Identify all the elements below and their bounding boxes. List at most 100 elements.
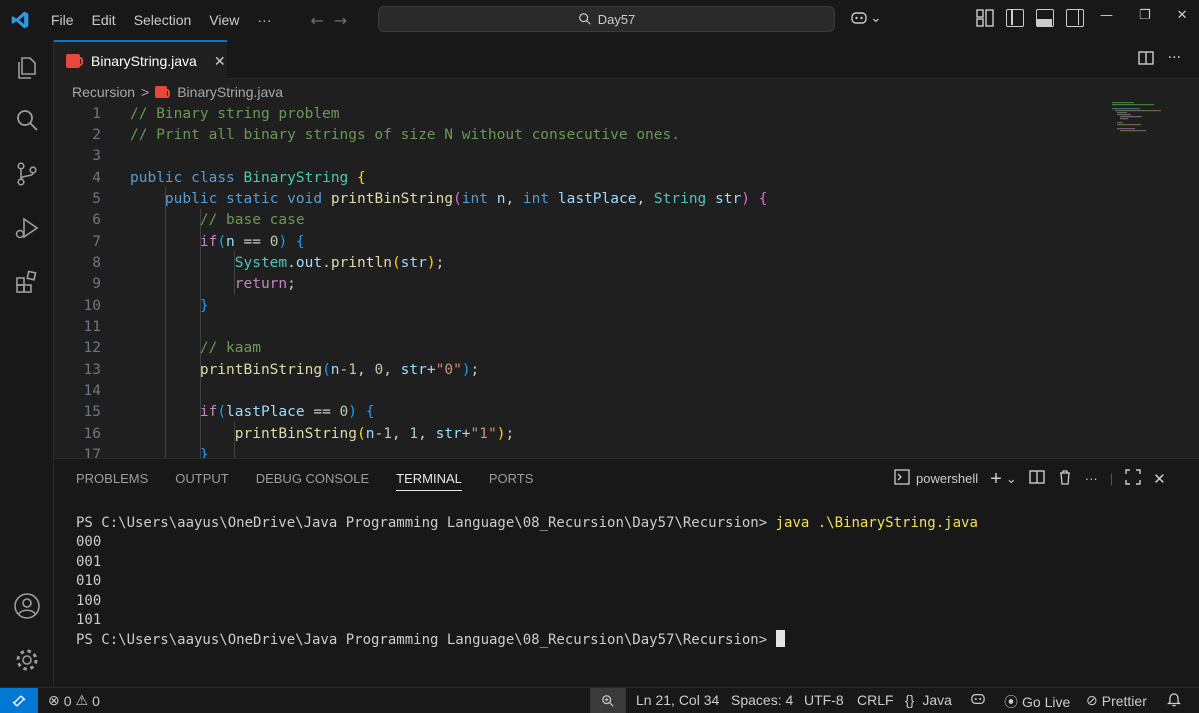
panel-tabs: PROBLEMS OUTPUT DEBUG CONSOLE TERMINAL P… (76, 471, 533, 491)
copilot-status-icon[interactable] (970, 692, 986, 706)
terminal-output-line: 101 (76, 612, 102, 629)
toggle-primary-sidebar-icon[interactable] (1006, 9, 1024, 27)
code-line: 4 public class BinaryString { (92, 170, 366, 186)
minimap[interactable] (1110, 100, 1170, 140)
source-control-icon[interactable] (0, 150, 54, 198)
forward-arrow-icon[interactable]: → (334, 11, 347, 30)
tab-ports[interactable]: PORTS (489, 471, 534, 491)
chevron-down-icon[interactable]: ⌄ (1006, 471, 1017, 487)
more-actions-icon[interactable]: ··· (1085, 471, 1098, 486)
toggle-secondary-sidebar-icon[interactable] (1066, 9, 1084, 27)
close-panel-icon[interactable]: ✕ (1153, 470, 1166, 488)
java-file-icon (66, 54, 83, 68)
terminal-prompt: PS C:\Users\aayus\OneDrive\Java Programm… (76, 632, 776, 649)
warning-count: 0 (92, 692, 100, 709)
language-label: Java (922, 692, 952, 708)
trash-icon[interactable] (1057, 469, 1073, 488)
tab-label: BinaryString.java (91, 53, 197, 69)
more-actions-icon[interactable]: ··· (1168, 50, 1181, 70)
end-of-line[interactable]: CRLF (857, 692, 894, 708)
prohibited-icon: ⊘ (1086, 692, 1098, 708)
restore-icon[interactable]: ❐ (1139, 8, 1151, 23)
terminal-shell-name[interactable]: powershell (916, 471, 978, 486)
remote-indicator-icon[interactable] (0, 688, 38, 713)
window-controls: — ❐ ✕ (1100, 8, 1188, 23)
code-line: 13 printBinString(n-1, 0, str+"0"); (83, 362, 480, 378)
language-mode[interactable]: {} Java (905, 692, 952, 708)
code-editor[interactable]: 1// Binary string problem 2// Print all … (54, 103, 1199, 458)
tab-debug-console[interactable]: DEBUG CONSOLE (256, 471, 369, 491)
problems-status[interactable]: ⊗ 0 ⚠ 0 (48, 692, 100, 709)
menu-more[interactable]: ··· (248, 0, 280, 40)
run-debug-icon[interactable] (0, 204, 54, 252)
tab-problems[interactable]: PROBLEMS (76, 471, 148, 491)
command-center-search[interactable]: Day57 (378, 6, 835, 32)
vscode-logo-icon (0, 0, 40, 40)
menu-view[interactable]: View (200, 0, 248, 40)
panel-actions: powershell + ⌄ ··· | ✕ (894, 469, 1166, 489)
explorer-icon[interactable] (0, 44, 54, 92)
cursor-position[interactable]: Ln 21, Col 34 (636, 692, 719, 708)
minimize-icon[interactable]: — (1100, 8, 1113, 23)
copilot-icon (851, 12, 867, 24)
maximize-panel-icon[interactable] (1125, 469, 1141, 488)
extensions-icon[interactable] (0, 258, 54, 306)
back-arrow-icon[interactable]: ← (310, 11, 323, 30)
error-icon: ⊗ (48, 692, 60, 708)
breadcrumb-folder[interactable]: Recursion (72, 84, 135, 100)
zoom-icon[interactable] (590, 688, 626, 713)
encoding[interactable]: UTF-8 (804, 692, 844, 708)
menu-edit[interactable]: Edit (83, 0, 125, 40)
close-icon[interactable]: ✕ (214, 53, 226, 70)
java-file-icon (155, 86, 171, 98)
chevron-right-icon: > (141, 84, 150, 100)
terminal-output-line: 010 (76, 573, 102, 590)
split-terminal-icon[interactable] (1029, 469, 1045, 488)
account-icon[interactable] (0, 582, 54, 630)
code-line: 12 // kaam (83, 340, 261, 356)
divider: | (1109, 471, 1114, 486)
toggle-panel-icon[interactable] (1036, 9, 1054, 27)
bell-icon[interactable] (1167, 692, 1181, 707)
braces-icon: {} (905, 692, 915, 708)
customize-layout-icon[interactable] (976, 9, 994, 27)
menu-bar: File Edit Selection View ··· (40, 0, 280, 40)
copilot-button[interactable]: ⌄ (850, 10, 882, 26)
search-text: Day57 (597, 11, 636, 27)
menu-selection[interactable]: Selection (125, 0, 201, 40)
terminal-command: java .\BinaryString.java (775, 515, 978, 531)
code-line: 5 public static void printBinString(int … (92, 191, 768, 207)
code-line: 11 (83, 319, 101, 335)
tab-binarystring-java[interactable]: BinaryString.java ✕ (54, 40, 227, 80)
terminal-shell-icon (894, 469, 910, 488)
search-icon[interactable] (0, 96, 54, 144)
error-count: 0 (63, 692, 72, 709)
code-line: 1// Binary string problem (92, 106, 340, 122)
breadcrumb: Recursion > BinaryString.java (72, 82, 283, 102)
title-bar: File Edit Selection View ··· ← → Day57 ⌄… (0, 0, 1199, 40)
code-line: 9 return; (92, 276, 296, 292)
close-window-icon[interactable]: ✕ (1177, 8, 1188, 23)
tab-terminal[interactable]: TERMINAL (396, 471, 462, 491)
code-line: 10 } (83, 298, 209, 314)
tab-output[interactable]: OUTPUT (175, 471, 228, 491)
code-line: 8 System.out.println(str); (92, 255, 445, 271)
terminal-cursor (775, 630, 785, 648)
breadcrumb-file[interactable]: BinaryString.java (177, 84, 283, 100)
prettier-label: Prettier (1101, 692, 1147, 709)
chevron-down-icon: ⌄ (870, 10, 882, 26)
prettier-button[interactable]: ⊘ Prettier (1086, 692, 1147, 709)
new-terminal-icon[interactable]: + (990, 469, 1002, 489)
layout-controls (976, 9, 1084, 27)
code-line: 16 printBinString(n-1, 1, str+"1"); (83, 426, 515, 442)
split-editor-icon[interactable] (1137, 50, 1154, 70)
settings-gear-icon[interactable] (0, 636, 54, 684)
code-line: 17 } (83, 447, 209, 458)
code-line: 6 // base case (92, 212, 305, 228)
terminal-output[interactable]: PS C:\Users\aayus\OneDrive\Java Programm… (76, 514, 978, 651)
broadcast-icon: ⦿ (1004, 694, 1018, 710)
go-live-button[interactable]: ⦿ Go Live (1004, 692, 1070, 712)
menu-file[interactable]: File (42, 0, 83, 40)
code-line: 14 (83, 383, 101, 399)
indentation[interactable]: Spaces: 4 (731, 692, 793, 708)
